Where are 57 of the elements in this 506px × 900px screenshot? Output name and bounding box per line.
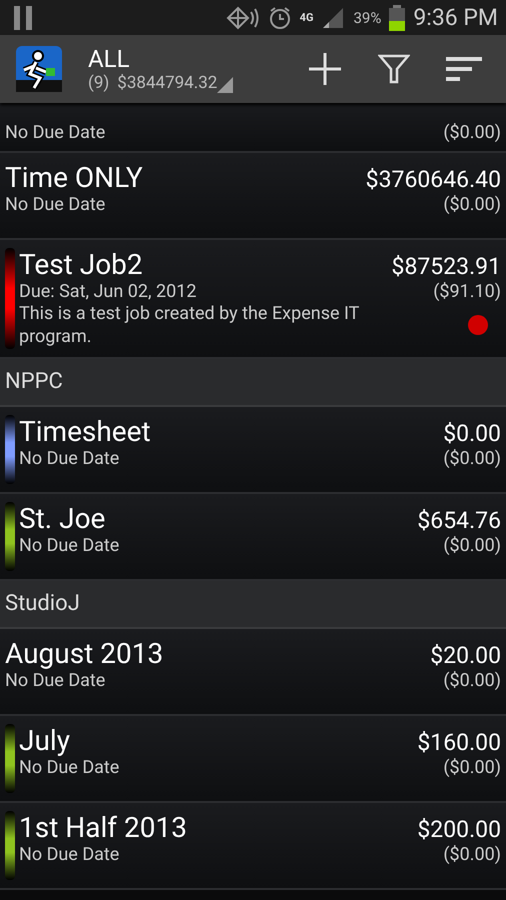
section-header: NPPC xyxy=(5,369,63,394)
job-amount: $160.00 xyxy=(417,728,501,756)
due-date: No Due Date xyxy=(5,194,106,215)
battery-percent: 39% xyxy=(353,8,382,26)
due-date: No Due Date xyxy=(19,844,120,865)
due-date: No Due Date xyxy=(5,122,106,143)
network-label: 4G xyxy=(300,11,314,24)
balance-amount: ($0.00) xyxy=(443,756,501,778)
add-icon xyxy=(308,52,342,86)
job-row[interactable]: Timesheet $0.00 No Due Date ($0.00) xyxy=(0,406,506,494)
job-row[interactable]: St. Joe $654.76 No Due Date ($0.00) xyxy=(0,494,506,581)
balance-amount: ($0.00) xyxy=(443,534,501,556)
view-title[interactable]: ALL xyxy=(88,45,280,73)
job-row[interactable]: August 2013 $20.00 No Due Date ($0.00) xyxy=(0,628,506,716)
nfc-icon xyxy=(226,6,260,30)
due-date: No Due Date xyxy=(19,534,120,556)
job-title: Time ONLY xyxy=(5,161,143,194)
job-row[interactable]: July $160.00 No Due Date ($0.00) xyxy=(0,716,506,803)
balance-amount: ($91.10) xyxy=(433,281,501,302)
battery-icon xyxy=(389,4,406,30)
job-amount: $654.76 xyxy=(417,506,501,534)
job-row[interactable]: No Due Date ($0.00) xyxy=(0,103,506,153)
due-date: Due: Sat, Jun 02, 2012 xyxy=(19,281,196,302)
dropdown-corner-icon[interactable] xyxy=(217,77,234,93)
filter-icon xyxy=(378,54,410,84)
app-logo-icon[interactable] xyxy=(16,46,62,92)
alarm-icon xyxy=(268,6,292,30)
job-amount: $200.00 xyxy=(417,816,501,843)
job-amount: $87523.91 xyxy=(392,253,501,280)
job-row[interactable]: Test Job2 $87523.91 Due: Sat, Jun 02, 2012 ($91.10) This is a test job created by the Expense IT program. xyxy=(0,240,506,359)
balance-amount: ($0.00) xyxy=(443,122,501,143)
job-amount: $0.00 xyxy=(443,420,501,447)
clock-time: 9:36 PM xyxy=(413,4,498,31)
due-date: No Due Date xyxy=(19,448,120,469)
job-row[interactable]: Time ONLY $3760646.40 No Due Date ($0.00) xyxy=(0,153,506,240)
job-title: August 2013 xyxy=(5,636,164,670)
job-title: 1st Half 2013 xyxy=(19,810,187,844)
due-date: No Due Date xyxy=(5,670,106,691)
sort-icon xyxy=(446,57,482,81)
job-amount: $20.00 xyxy=(430,642,501,669)
job-title: July xyxy=(19,724,70,757)
total-amount: $3844794.32 xyxy=(117,73,218,93)
balance-amount: ($0.00) xyxy=(443,194,501,215)
due-date: No Due Date xyxy=(19,756,120,778)
job-count: (9) xyxy=(88,73,110,93)
balance-amount: ($0.00) xyxy=(443,844,501,865)
job-row[interactable]: 1st Half 2013 $200.00 No Due Date ($0.00) xyxy=(0,802,506,890)
job-amount: $3760646.40 xyxy=(366,166,501,193)
balance-amount: ($0.00) xyxy=(443,670,501,691)
job-title: Test Job2 xyxy=(19,248,143,281)
signal-icon xyxy=(321,6,346,30)
job-title: Timesheet xyxy=(19,414,151,448)
job-description: This is a test job created by the Expense IT program. xyxy=(19,302,360,349)
pause-icon xyxy=(14,6,34,30)
job-title: St. Joe xyxy=(19,502,106,535)
balance-amount: ($0.00) xyxy=(443,448,501,469)
section-header: StudioJ xyxy=(5,591,80,616)
